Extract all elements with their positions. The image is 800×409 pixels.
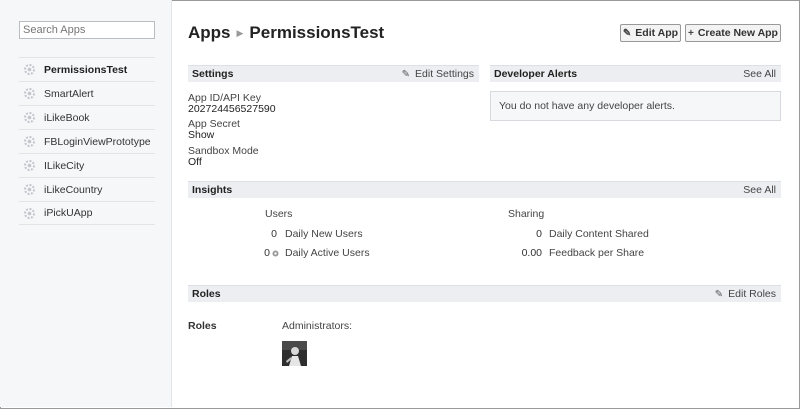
- app-item-label: iPickUApp: [44, 207, 93, 219]
- feedback-per-share-value: 0.00: [521, 247, 542, 259]
- pencil-icon: ✎: [622, 27, 632, 39]
- sharing-heading: Sharing: [508, 208, 545, 220]
- app-secret-show-link[interactable]: Show: [188, 129, 214, 141]
- app-gear-icon: [24, 136, 35, 147]
- app-item-ipickuapp[interactable]: iPickUApp: [19, 201, 155, 225]
- pencil-icon: ✎: [401, 68, 411, 80]
- app-item-label: iLikeBook: [44, 111, 90, 124]
- edit-settings-link[interactable]: ✎ Edit Settings: [402, 68, 474, 80]
- pencil-icon: ✎: [714, 288, 724, 300]
- edit-roles-label: Edit Roles: [728, 288, 776, 300]
- feedback-per-share-label: Feedback per Share: [549, 247, 645, 259]
- sandbox-mode-value: Off: [188, 156, 202, 168]
- breadcrumb-arrow-icon: ▶: [236, 27, 244, 38]
- insights-see-all-link[interactable]: See All: [743, 184, 776, 196]
- edit-app-button[interactable]: ✎ Edit App: [620, 24, 681, 42]
- app-item-label: SmartAlert: [44, 87, 94, 100]
- daily-active-users-value: 0: [264, 247, 270, 259]
- app-item-ilikebook[interactable]: iLikeBook: [19, 105, 155, 129]
- roles-title: Roles: [192, 288, 221, 300]
- app-item-permissionstest[interactable]: PermissionsTest: [19, 57, 155, 81]
- app-gear-icon: [24, 184, 35, 195]
- app-gear-icon: [24, 64, 35, 75]
- developer-alerts-empty-box: You do not have any developer alerts.: [490, 91, 781, 121]
- edit-roles-link[interactable]: ✎ Edit Roles: [715, 288, 776, 300]
- administrators-label: Administrators:: [282, 320, 353, 332]
- search-apps-input[interactable]: [19, 21, 155, 39]
- settings-header: Settings ✎ Edit Settings: [188, 65, 479, 82]
- app-item-label: FBLoginViewPrototype: [44, 135, 151, 148]
- settings-title: Settings: [192, 68, 234, 80]
- app-item-label: ILikeCity: [44, 159, 85, 172]
- alerts-see-all-link[interactable]: See All: [743, 68, 776, 80]
- insights-header: Insights See All: [188, 181, 781, 198]
- daily-content-shared-label: Daily Content Shared: [549, 228, 649, 240]
- avatar-image: [282, 341, 307, 366]
- app-gear-icon: [24, 112, 35, 123]
- app-item-smartalert[interactable]: SmartAlert: [19, 81, 155, 105]
- app-item-label: iLikeCountry: [44, 183, 103, 196]
- daily-active-users-label: Daily Active Users: [285, 247, 370, 259]
- app-id-value: 202724456527590: [188, 103, 276, 115]
- app-list: PermissionsTest SmartAlert iLikeBook FBL…: [19, 57, 155, 225]
- edit-app-label: Edit App: [635, 27, 679, 39]
- app-gear-icon: [24, 207, 35, 219]
- alerts-empty-message: You do not have any developer alerts.: [499, 100, 675, 112]
- create-new-app-button[interactable]: + Create New App: [685, 24, 781, 42]
- info-icon[interactable]: [272, 250, 279, 257]
- daily-new-users-label: Daily New Users: [285, 228, 363, 240]
- app-item-ilikecountry[interactable]: iLikeCountry: [19, 177, 155, 201]
- developer-alerts-header: Developer Alerts See All: [490, 65, 781, 82]
- plus-icon: +: [688, 27, 694, 39]
- sidebar: PermissionsTest SmartAlert iLikeBook FBL…: [0, 0, 172, 407]
- roles-row-label: Roles: [188, 320, 217, 332]
- main-content: Apps ▶ PermissionsTest ✎ Edit App + Crea…: [188, 0, 781, 407]
- avatar[interactable]: [282, 341, 307, 366]
- app-gear-icon: [24, 160, 35, 171]
- daily-content-shared-value: 0: [536, 228, 542, 240]
- app-item-fbloginviewprototype[interactable]: FBLoginViewPrototype: [19, 129, 155, 153]
- page-title: PermissionsTest: [249, 23, 385, 42]
- roles-header: Roles ✎ Edit Roles: [188, 285, 781, 302]
- breadcrumb-apps[interactable]: Apps: [188, 23, 231, 43]
- daily-new-users-value: 0: [271, 228, 277, 240]
- insights-title: Insights: [192, 184, 233, 196]
- breadcrumb: Apps ▶ PermissionsTest: [188, 22, 384, 44]
- users-heading: Users: [265, 208, 293, 220]
- edit-settings-label: Edit Settings: [415, 68, 474, 80]
- developer-alerts-title: Developer Alerts: [494, 68, 578, 80]
- create-new-app-label: Create New App: [697, 27, 778, 39]
- app-gear-icon: [24, 88, 35, 99]
- app-item-ilikecity[interactable]: ILikeCity: [19, 153, 155, 177]
- app-item-label: PermissionsTest: [44, 63, 128, 76]
